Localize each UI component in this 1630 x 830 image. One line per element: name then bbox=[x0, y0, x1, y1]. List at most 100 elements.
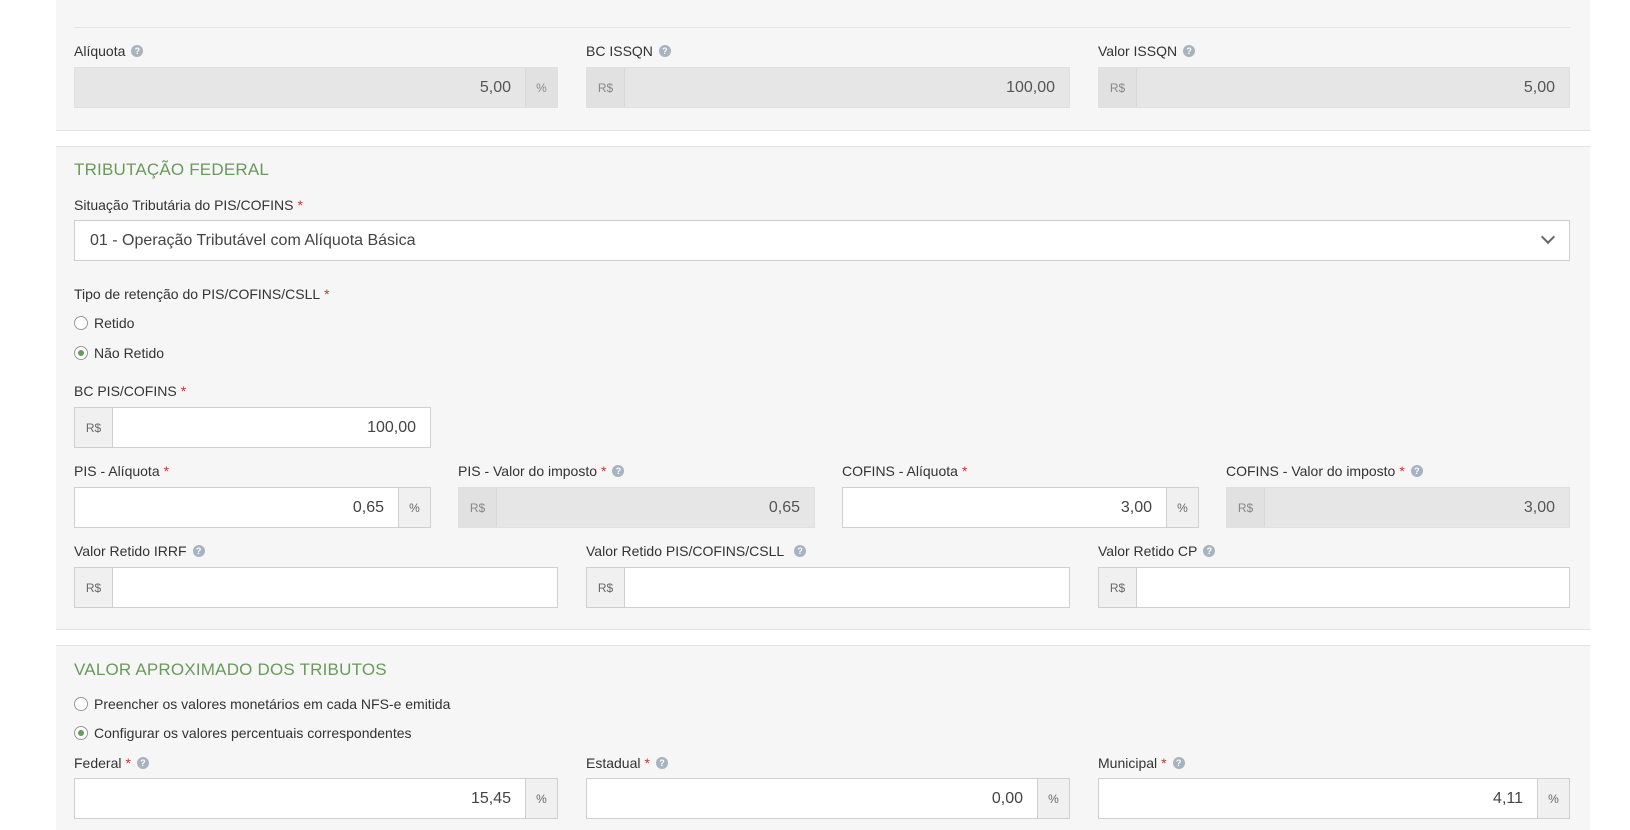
currency-addon: R$ bbox=[1227, 488, 1265, 527]
required-mark: * bbox=[125, 755, 131, 771]
issqn-panel: Alíquota ? 5,00 % BC ISSQN ? R$ 100,00 V… bbox=[56, 0, 1590, 131]
help-icon[interactable]: ? bbox=[658, 45, 671, 57]
currency-addon: R$ bbox=[75, 568, 113, 607]
radio-label: Preencher os valores monetários em cada … bbox=[94, 696, 451, 712]
required-mark: * bbox=[644, 755, 650, 771]
bc-pis-cofins-input[interactable]: R$ 100,00 bbox=[74, 407, 431, 448]
aliquota-label: Alíquota ? bbox=[74, 43, 144, 59]
municipal-label-text: Municipal bbox=[1098, 755, 1158, 771]
estadual-value[interactable]: 0,00 bbox=[587, 779, 1037, 818]
percent-addon: % bbox=[398, 488, 430, 527]
required-mark: * bbox=[297, 197, 303, 213]
cofins-aliquota-label: COFINS - Alíquota * bbox=[842, 463, 967, 479]
help-icon[interactable]: ? bbox=[612, 465, 625, 477]
help-icon[interactable]: ? bbox=[136, 757, 149, 769]
cofins-aliquota-label-text: COFINS - Alíquota bbox=[842, 463, 958, 479]
estadual-input[interactable]: 0,00 % bbox=[586, 778, 1070, 819]
required-mark: * bbox=[180, 383, 187, 399]
radio-configurar[interactable]: Configurar os valores percentuais corres… bbox=[74, 725, 412, 741]
radio-button-checked[interactable] bbox=[74, 726, 88, 740]
aliquota-value: 5,00 bbox=[479, 78, 511, 96]
pis-aliquota-input[interactable]: 0,65 % bbox=[74, 487, 431, 528]
radio-label: Configurar os valores percentuais corres… bbox=[94, 725, 412, 741]
bc-issqn-value: 100,00 bbox=[1006, 78, 1055, 96]
chevron-down-icon bbox=[1540, 229, 1556, 245]
help-icon[interactable]: ? bbox=[1203, 545, 1216, 557]
help-icon[interactable]: ? bbox=[1183, 45, 1196, 57]
cp-value[interactable] bbox=[1137, 568, 1569, 607]
irrf-input[interactable]: R$ bbox=[74, 567, 558, 608]
irrf-label: Valor Retido IRRF ? bbox=[74, 543, 205, 559]
required-mark: * bbox=[324, 286, 330, 302]
cofins-aliquota-input[interactable]: 3,00 % bbox=[842, 487, 1199, 528]
currency-addon: R$ bbox=[1099, 68, 1137, 107]
situacao-select[interactable]: 01 - Operação Tributável com Alíquota Bá… bbox=[74, 220, 1570, 261]
pcc-value[interactable] bbox=[625, 568, 1069, 607]
pis-valor-label-text: PIS - Valor do imposto bbox=[458, 463, 598, 479]
situacao-label-text: Situação Tributária do PIS/COFINS bbox=[74, 197, 294, 213]
valor-issqn-value: 5,00 bbox=[1523, 78, 1555, 96]
required-mark: * bbox=[601, 463, 607, 479]
divider bbox=[74, 27, 1570, 28]
required-mark: * bbox=[163, 463, 170, 479]
currency-addon: R$ bbox=[75, 408, 113, 447]
help-icon[interactable]: ? bbox=[192, 545, 205, 557]
radio-preencher[interactable]: Preencher os valores monetários em cada … bbox=[74, 696, 450, 712]
percent-addon: % bbox=[1537, 779, 1569, 818]
estadual-label: Estadual * ? bbox=[586, 755, 668, 771]
section-title-tributos: VALOR APROXIMADO DOS TRIBUTOS bbox=[74, 660, 387, 679]
radio-button[interactable] bbox=[74, 316, 88, 330]
help-icon[interactable]: ? bbox=[794, 545, 807, 557]
percent-addon: % bbox=[1166, 488, 1198, 527]
help-icon[interactable]: ? bbox=[1410, 465, 1423, 477]
percent-addon: % bbox=[1037, 779, 1069, 818]
federal-value[interactable]: 15,45 bbox=[75, 779, 525, 818]
irrf-value[interactable] bbox=[113, 568, 557, 607]
retencao-label-text: Tipo de retenção do PIS/COFINS/CSLL bbox=[74, 286, 321, 302]
pis-valor-label: PIS - Valor do imposto * ? bbox=[458, 463, 625, 479]
aliquota-field: 5,00 % bbox=[74, 67, 558, 108]
situacao-label: Situação Tributária do PIS/COFINS * bbox=[74, 197, 303, 213]
pcc-label: Valor Retido PIS/COFINS/CSLL ? bbox=[586, 543, 807, 559]
cp-label: Valor Retido CP ? bbox=[1098, 543, 1216, 559]
municipal-label: Municipal * ? bbox=[1098, 755, 1185, 771]
required-mark: * bbox=[1161, 755, 1167, 771]
municipal-value[interactable]: 4,11 bbox=[1099, 779, 1537, 818]
pis-aliquota-label: PIS - Alíquota * bbox=[74, 463, 169, 479]
currency-addon: R$ bbox=[1099, 568, 1137, 607]
bc-pis-cofins-label: BC PIS/COFINS * bbox=[74, 383, 186, 399]
radio-label: Retido bbox=[94, 315, 135, 331]
section-title-federal: TRIBUTAÇÃO FEDERAL bbox=[74, 160, 270, 179]
bc-pis-cofins-value[interactable]: 100,00 bbox=[113, 408, 430, 447]
bc-issqn-label: BC ISSQN ? bbox=[586, 43, 671, 59]
pis-aliquota-value[interactable]: 0,65 bbox=[75, 488, 398, 527]
pcc-input[interactable]: R$ bbox=[586, 567, 1070, 608]
bc-issqn-field: R$ 100,00 bbox=[586, 67, 1070, 108]
cp-label-text: Valor Retido CP bbox=[1098, 543, 1198, 559]
aliquota-label-text: Alíquota bbox=[74, 43, 126, 59]
cofins-aliquota-value[interactable]: 3,00 bbox=[843, 488, 1166, 527]
pis-aliquota-label-text: PIS - Alíquota bbox=[74, 463, 160, 479]
valor-issqn-label: Valor ISSQN ? bbox=[1098, 43, 1196, 59]
cofins-valor-label-text: COFINS - Valor do imposto bbox=[1226, 463, 1396, 479]
currency-addon: R$ bbox=[587, 568, 625, 607]
federal-input[interactable]: 15,45 % bbox=[74, 778, 558, 819]
help-icon[interactable]: ? bbox=[655, 757, 668, 769]
help-icon[interactable]: ? bbox=[131, 45, 144, 57]
cofins-valor-label: COFINS - Valor do imposto * ? bbox=[1226, 463, 1423, 479]
cofins-valor-field: R$ 3,00 bbox=[1226, 487, 1570, 528]
radio-button[interactable] bbox=[74, 697, 88, 711]
cp-input[interactable]: R$ bbox=[1098, 567, 1570, 608]
cofins-valor-value: 3,00 bbox=[1523, 498, 1555, 516]
municipal-input[interactable]: 4,11 % bbox=[1098, 778, 1570, 819]
radio-nao-retido[interactable]: Não Retido bbox=[74, 345, 164, 361]
valor-issqn-field: R$ 5,00 bbox=[1098, 67, 1570, 108]
help-icon[interactable]: ? bbox=[1172, 757, 1185, 769]
pcc-label-text: Valor Retido PIS/COFINS/CSLL bbox=[586, 543, 785, 559]
valor-issqn-label-text: Valor ISSQN bbox=[1098, 43, 1178, 59]
radio-retido[interactable]: Retido bbox=[74, 315, 134, 331]
tributos-panel: VALOR APROXIMADO DOS TRIBUTOS Preencher … bbox=[56, 645, 1590, 830]
radio-button-checked[interactable] bbox=[74, 346, 88, 360]
federal-panel: TRIBUTAÇÃO FEDERAL Situação Tributária d… bbox=[56, 146, 1590, 630]
federal-label-text: Federal bbox=[74, 755, 122, 771]
